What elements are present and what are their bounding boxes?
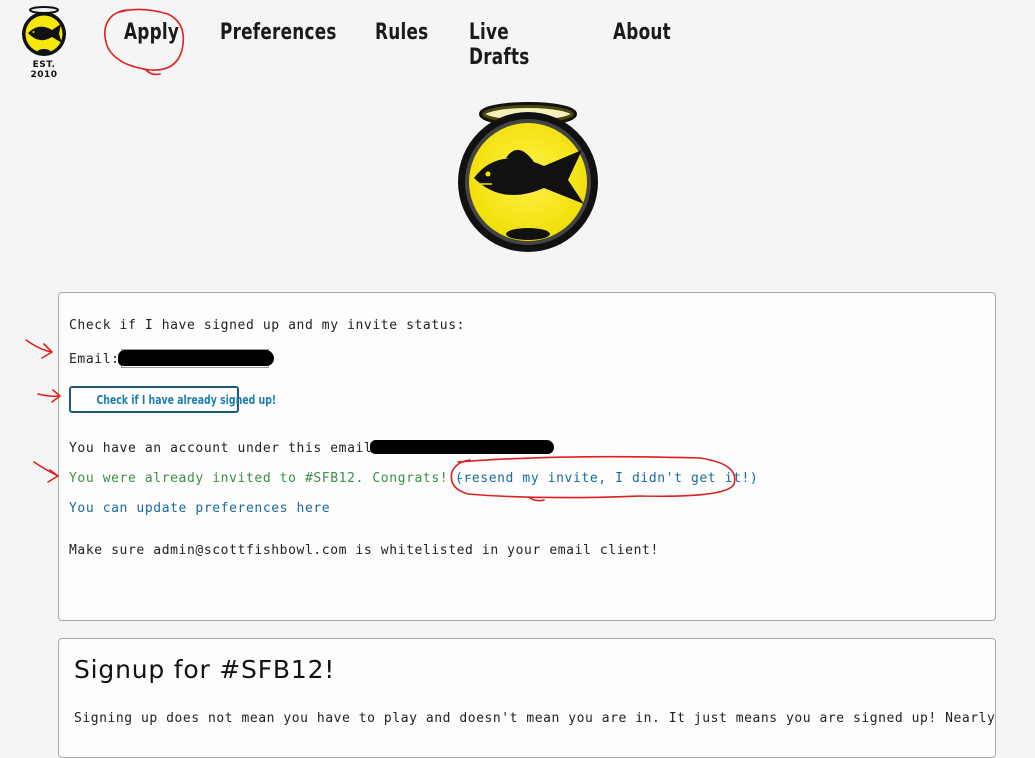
signup-title: Signup for #SFB12! bbox=[74, 655, 336, 684]
fishbowl-hero-icon bbox=[458, 102, 598, 252]
signup-description: Signing up does not mean you have to pla… bbox=[74, 711, 996, 726]
nav-live-drafts[interactable]: Live Drafts bbox=[469, 20, 530, 70]
whitelist-note: Make sure admin@scottfishbowl.com is whi… bbox=[69, 543, 659, 558]
signup-status-panel bbox=[58, 292, 996, 621]
hero-logo bbox=[452, 100, 604, 252]
nav-about[interactable]: About bbox=[613, 20, 671, 45]
site-logo[interactable]: EST. 2010 bbox=[18, 4, 70, 80]
account-text: You have an account under this email: bbox=[69, 441, 381, 456]
button-annotation-arrow bbox=[37, 389, 61, 403]
status-heading: Check if I have signed up and my invite … bbox=[69, 318, 466, 333]
redacted-email-value bbox=[118, 350, 274, 366]
invited-annotation-arrow bbox=[33, 461, 59, 483]
update-preferences-link[interactable]: You can update preferences here bbox=[69, 501, 330, 516]
redacted-account-value bbox=[370, 440, 554, 454]
resend-invite-link[interactable]: (resend my invite, I didn't get it!) bbox=[455, 471, 758, 486]
nav-preferences[interactable]: Preferences bbox=[220, 20, 337, 45]
check-signup-button-label: Check if I have already signed up! bbox=[96, 392, 277, 407]
established-label: EST. 2010 bbox=[30, 60, 58, 80]
invited-status-text: You were already invited to #SFB12. Cong… bbox=[69, 471, 474, 486]
nav-rules[interactable]: Rules bbox=[375, 20, 428, 45]
email-annotation-arrow bbox=[25, 339, 53, 359]
email-label: Email: bbox=[69, 352, 120, 367]
check-signup-button[interactable]: Check if I have already signed up! bbox=[69, 386, 276, 413]
fishbowl-logo-icon bbox=[22, 6, 66, 56]
nav-apply[interactable]: Apply bbox=[124, 20, 179, 45]
